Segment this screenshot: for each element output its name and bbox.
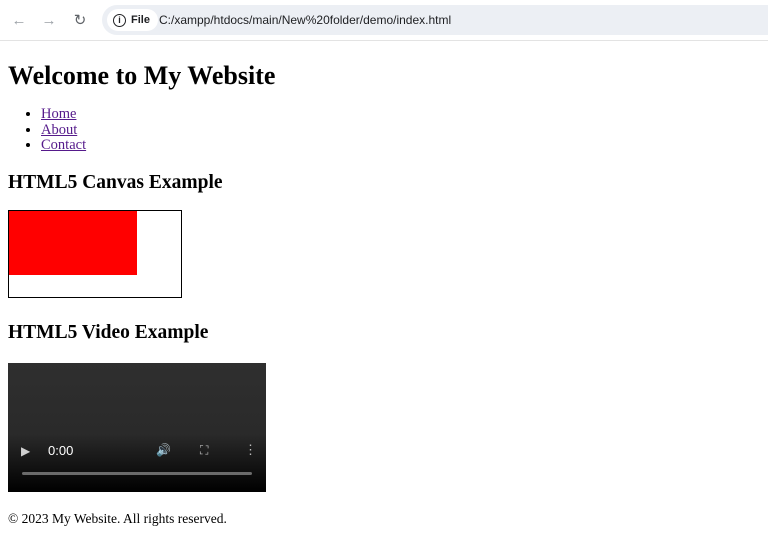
canvas-red-rectangle: [9, 210, 137, 275]
site-info-chip[interactable]: i File: [107, 9, 158, 31]
video-player[interactable]: ▶ 0:00 🔊 ⛶ ⋮: [8, 362, 266, 492]
fullscreen-icon[interactable]: ⛶: [200, 443, 208, 458]
nav-link-contact[interactable]: Contact: [41, 137, 86, 153]
footer-text: © 2023 My Website. All rights reserved.: [8, 510, 227, 526]
url-text[interactable]: C:/xampp/htdocs/main/New%20folder/demo/i…: [159, 13, 451, 27]
list-item: Contact: [41, 137, 760, 154]
list-item: Home: [41, 106, 760, 123]
reload-icon[interactable]: ↻: [68, 8, 92, 32]
address-bar[interactable]: i File C:/xampp/htdocs/main/New%20folder…: [102, 5, 768, 35]
nav-link-home[interactable]: Home: [41, 106, 76, 122]
video-time: 0:00: [48, 442, 74, 458]
info-icon: i: [113, 13, 126, 27]
forward-arrow-icon[interactable]: →: [37, 8, 61, 32]
video-progress-bar[interactable]: [22, 471, 252, 475]
canvas: [8, 209, 182, 298]
more-options-icon[interactable]: ⋮: [244, 442, 257, 458]
video-heading: HTML5 Video Example: [8, 321, 209, 343]
nav-list: Home About Contact: [8, 106, 760, 154]
canvas-heading: HTML5 Canvas Example: [8, 171, 223, 193]
volume-icon[interactable]: 🔊: [156, 443, 171, 457]
page-content: Welcome to My Website Home About Contact…: [8, 41, 760, 527]
browser-toolbar: ← → ↻ i File C:/xampp/htdocs/main/New%20…: [0, 0, 768, 41]
play-icon[interactable]: ▶: [21, 444, 30, 458]
page-title: Welcome to My Website: [8, 61, 276, 90]
back-arrow-icon[interactable]: ←: [7, 8, 31, 32]
list-item: About: [41, 122, 760, 139]
nav-link-about[interactable]: About: [41, 122, 77, 138]
site-info-label: File: [131, 14, 150, 26]
